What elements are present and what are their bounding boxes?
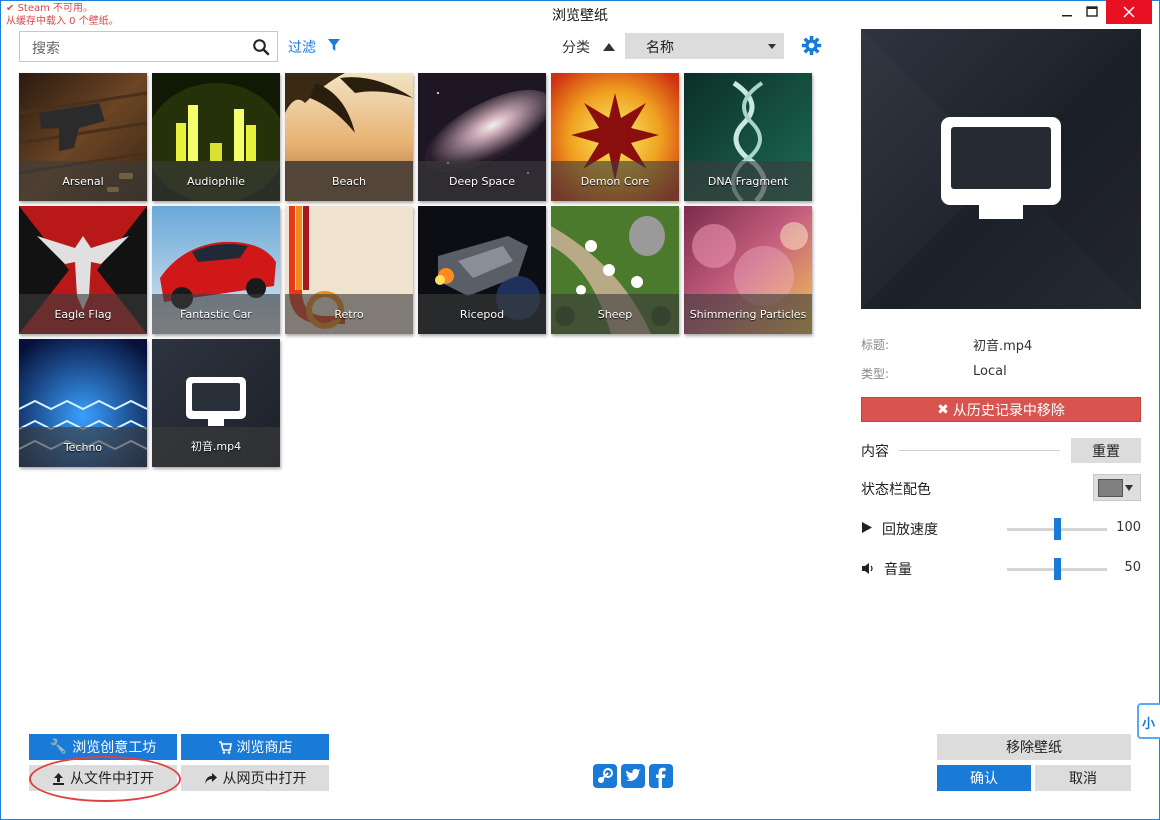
- browse-store-button[interactable]: 浏览商店: [181, 734, 329, 760]
- content-divider: [899, 450, 1060, 451]
- reset-button[interactable]: 重置: [1071, 438, 1141, 463]
- highlight-annotation: [29, 756, 181, 802]
- share-arrow-icon: [204, 772, 217, 784]
- volume-value: 50: [1124, 560, 1141, 575]
- maximize-icon: [1086, 6, 1098, 17]
- wallpaper-tile-label: Audiophile: [152, 161, 280, 201]
- window-title: 浏览壁纸: [552, 8, 608, 24]
- wallpaper-tile-retro[interactable]: Retro: [285, 206, 413, 334]
- wallpaper-tile-label: Fantastic Car: [152, 294, 280, 334]
- wallpaper-tile-label: Deep Space: [418, 161, 546, 201]
- wallpaper-tile-audiophile[interactable]: Audiophile: [152, 73, 280, 201]
- wallpaper-tile-shimmering-particles[interactable]: Shimmering Particles: [684, 206, 812, 334]
- filter-button[interactable]: 过滤: [288, 37, 316, 57]
- minimize-icon: [1062, 15, 1072, 17]
- wallpaper-tile-beach[interactable]: Beach: [285, 73, 413, 201]
- remove-from-history-button[interactable]: ✖ 从历史记录中移除: [861, 397, 1141, 422]
- wallpaper-tile-label: Techno: [19, 427, 147, 467]
- wallpaper-tile-label: 初音.mp4: [152, 427, 280, 467]
- volume-slider[interactable]: [1007, 558, 1107, 580]
- twitter-icon[interactable]: [621, 764, 645, 788]
- browse-workshop-label: 浏览创意工坊: [72, 740, 157, 756]
- wallpaper-tile-label: Shimmering Particles: [684, 294, 812, 334]
- type-label: 类型:: [861, 367, 890, 381]
- ok-button[interactable]: 确认: [937, 765, 1031, 791]
- facebook-icon[interactable]: [649, 764, 673, 788]
- volume-label: 音量: [884, 562, 912, 578]
- chevron-down-icon: [1125, 485, 1133, 491]
- wallpaper-tile-dna-fragment[interactable]: DNA Fragment: [684, 73, 812, 201]
- wallpaper-tile-label: Sheep: [551, 294, 679, 334]
- open-from-web-button[interactable]: 从网页中打开: [181, 765, 329, 791]
- slider-thumb[interactable]: [1054, 558, 1061, 580]
- wallpaper-tile-label: Arsenal: [19, 161, 147, 201]
- close-icon: ✖: [937, 401, 949, 418]
- wallpaper-tile-eagle-flag[interactable]: Eagle Flag: [19, 206, 147, 334]
- wallpaper-tile-sheep[interactable]: Sheep: [551, 206, 679, 334]
- open-from-web-label: 从网页中打开: [222, 771, 307, 787]
- wallpaper-tile-ricepod[interactable]: Ricepod: [418, 206, 546, 334]
- sort-select-value: 名称: [646, 40, 674, 56]
- search-input[interactable]: 搜索: [32, 38, 60, 58]
- sort-label: 分类: [562, 40, 590, 56]
- slider-thumb[interactable]: [1054, 518, 1061, 540]
- remove-from-history-label: 从历史记录中移除: [952, 402, 1065, 419]
- close-button[interactable]: [1106, 0, 1152, 24]
- maximize-button[interactable]: [1075, 0, 1109, 24]
- wallpaper-preview: [861, 29, 1141, 309]
- filter-icon[interactable]: [327, 38, 341, 52]
- play-icon[interactable]: [861, 521, 873, 534]
- wallpaper-tile-local-video[interactable]: 初音.mp4: [152, 339, 280, 467]
- playback-speed-value: 100: [1116, 520, 1141, 535]
- wallpaper-tile-label: Ricepod: [418, 294, 546, 334]
- cancel-button[interactable]: 取消: [1035, 765, 1131, 791]
- wallpaper-tile-deep-space[interactable]: Deep Space: [418, 73, 546, 201]
- title-value: 初音.mp4: [973, 339, 1033, 354]
- search-field[interactable]: 搜索: [19, 31, 278, 62]
- wallpaper-tile-label: Demon Core: [551, 161, 679, 201]
- content-label: 内容: [861, 444, 889, 460]
- wallpaper-tile-fantastic-car[interactable]: Fantastic Car: [152, 206, 280, 334]
- steam-icon[interactable]: [593, 764, 617, 788]
- wallpaper-tile-label: Retro: [285, 294, 413, 334]
- search-icon[interactable]: [252, 38, 270, 56]
- browse-store-label: 浏览商店: [236, 740, 293, 756]
- close-icon: [1123, 6, 1135, 18]
- wallpaper-tile-techno[interactable]: Techno: [19, 339, 147, 467]
- sort-ascending-icon[interactable]: [603, 43, 615, 51]
- wallpaper-tile-label: Beach: [285, 161, 413, 201]
- wallpaper-tile-label: Eagle Flag: [19, 294, 147, 334]
- playback-speed-slider[interactable]: [1007, 518, 1107, 540]
- type-value: Local: [973, 364, 1007, 379]
- chevron-down-icon: [768, 44, 776, 49]
- monitor-icon: [941, 29, 1141, 309]
- title-label: 标题:: [861, 338, 890, 352]
- playback-speed-label: 回放速度: [882, 522, 938, 538]
- sort-select[interactable]: 名称: [625, 33, 784, 59]
- gear-icon[interactable]: [801, 35, 822, 56]
- volume-icon[interactable]: [861, 562, 876, 575]
- wallpaper-tile-label: DNA Fragment: [684, 161, 812, 201]
- remove-wallpaper-button[interactable]: 移除壁纸: [937, 734, 1131, 760]
- wallpaper-tile-demon-core[interactable]: Demon Core: [551, 73, 679, 201]
- color-swatch: [1098, 479, 1123, 497]
- wallpaper-tile-arsenal[interactable]: Arsenal: [19, 73, 147, 201]
- statusbar-color-picker[interactable]: [1093, 474, 1141, 501]
- wrench-icon: 🔧: [49, 739, 68, 755]
- statusbar-color-label: 状态栏配色: [861, 482, 931, 498]
- cart-icon: [218, 740, 232, 754]
- side-floating-tab[interactable]: 小: [1137, 703, 1160, 739]
